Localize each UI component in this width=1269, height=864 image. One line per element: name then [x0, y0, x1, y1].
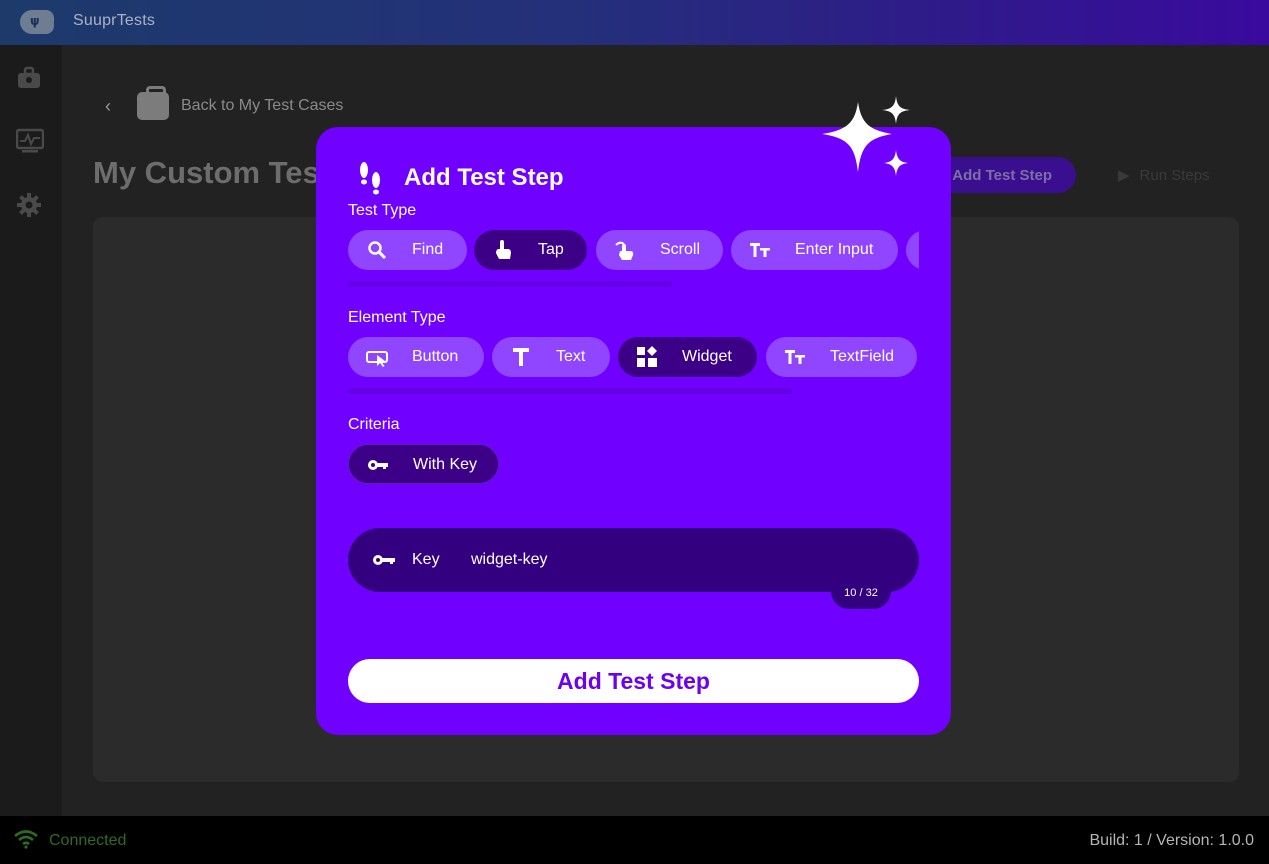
- app-title: SuuprTests: [73, 12, 156, 29]
- build-version: Build: 1 / Version: 1.0.0: [1089, 832, 1254, 849]
- key-field-value[interactable]: widget-key: [471, 551, 547, 569]
- criteria-chips: With Key: [348, 444, 919, 484]
- add-test-step-label: Add Test Step: [952, 166, 1052, 184]
- title-bar: ψ SuuprTests: [0, 0, 1269, 45]
- element-type-scrollbar[interactable]: [348, 388, 792, 394]
- text-t-icon: [513, 348, 529, 366]
- element-type-label: Element Type: [348, 309, 446, 326]
- wifi-icon: [14, 830, 38, 849]
- chip-text[interactable]: Text: [492, 337, 610, 377]
- back-label: Back to My Test Cases: [181, 97, 344, 114]
- chip-label: Button: [412, 348, 459, 365]
- connection-status: Connected: [49, 832, 127, 849]
- search-icon: [368, 241, 387, 260]
- dialog-title: Add Test Step: [404, 164, 564, 191]
- chip-textfield[interactable]: TextField: [766, 337, 917, 377]
- briefcase-icon: [137, 86, 169, 120]
- run-steps-button[interactable]: ▶ Run Steps: [1098, 157, 1238, 193]
- key-field-label: Key: [412, 551, 440, 568]
- chevron-left-icon: ‹: [105, 95, 111, 116]
- submit-add-test-step-button[interactable]: Add Test Step: [348, 659, 919, 703]
- text-size-icon: [785, 350, 805, 364]
- chip-label: Text: [556, 348, 586, 365]
- chip-scroll[interactable]: Scroll: [596, 230, 723, 270]
- chip-label: Enter Input: [795, 241, 874, 258]
- run-steps-label: Run Steps: [1139, 166, 1210, 184]
- status-bar: Connected Build: 1 / Version: 1.0.0: [0, 816, 1269, 864]
- sparkles-icon: [822, 96, 910, 176]
- chip-label: Find: [412, 241, 444, 258]
- key-icon: [368, 460, 388, 470]
- chip-widget[interactable]: Widget: [618, 337, 757, 377]
- gear-icon[interactable]: [16, 192, 42, 218]
- tap-hand-icon: [496, 240, 511, 259]
- chip-more[interactable]: [906, 230, 919, 270]
- app-logo: ψ: [20, 10, 54, 34]
- sidebar: [0, 45, 62, 816]
- test-type-label: Test Type: [348, 202, 417, 219]
- page-title: My Custom Test: [93, 155, 331, 190]
- play-icon: ▶: [1118, 167, 1130, 184]
- back-link[interactable]: ‹ Back to My Test Cases: [105, 86, 344, 122]
- briefcase-icon[interactable]: [16, 65, 42, 91]
- chip-label: Scroll: [660, 241, 701, 258]
- chip-label: Widget: [682, 348, 732, 365]
- chip-find[interactable]: Find: [348, 230, 467, 270]
- test-type-chips: Find Tap Scroll Enter Input: [348, 230, 919, 270]
- footprints-icon: [360, 162, 380, 195]
- chip-tap[interactable]: Tap: [474, 230, 587, 270]
- chip-button[interactable]: Button: [348, 337, 484, 377]
- test-type-scrollbar[interactable]: [348, 281, 672, 287]
- chip-label: TextField: [830, 348, 895, 365]
- swipe-hand-icon: [615, 241, 634, 260]
- button-cursor-icon: [366, 351, 388, 367]
- key-icon: [373, 555, 395, 565]
- chip-label: Tap: [538, 241, 564, 258]
- chip-label: With Key: [413, 456, 478, 473]
- character-counter: 10 / 32: [831, 578, 891, 609]
- dialog-header: [356, 160, 386, 196]
- text-size-icon: [750, 243, 770, 257]
- chip-with-key[interactable]: With Key: [348, 444, 499, 484]
- chip-enter-input[interactable]: Enter Input: [731, 230, 898, 270]
- element-type-chips: Button Text Widget TextField: [348, 337, 919, 377]
- widgets-icon: [637, 346, 657, 367]
- monitor-chart-icon[interactable]: [15, 128, 45, 154]
- submit-label: Add Test Step: [557, 667, 710, 694]
- criteria-label: Criteria: [348, 416, 400, 433]
